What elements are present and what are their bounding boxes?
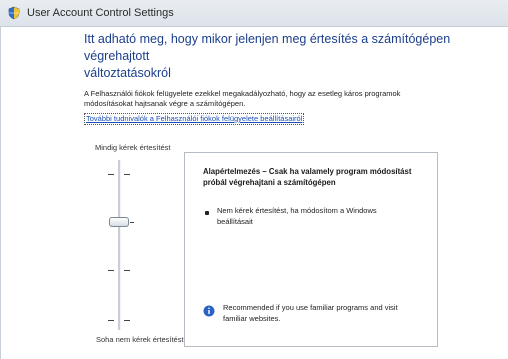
- setting-description-panel: Alapértelmezés – Csak ha valamely progra…: [184, 152, 438, 347]
- recommendation-text: Recommended if you use familiar programs…: [223, 303, 398, 323]
- slider-track[interactable]: [118, 160, 120, 330]
- uac-shield-icon: [8, 6, 20, 20]
- bullet-text: Nem kérek értesítést, ha módosítom a Win…: [217, 206, 377, 226]
- slider-tick: [108, 320, 114, 321]
- slider-tick: [130, 222, 134, 223]
- slider-top-label: Mindig kérek értesítést: [95, 143, 171, 152]
- title-bar: User Account Control Settings: [0, 0, 508, 27]
- page-heading: Itt adható meg, hogy mikor jelenjen meg …: [84, 32, 451, 80]
- more-info-link[interactable]: További tudnivalók a Felhasználói fiókok…: [84, 113, 305, 125]
- notification-level-slider[interactable]: [96, 160, 156, 330]
- slider-bottom-label: Soha nem kérek értesítést: [96, 335, 184, 344]
- slider-tick: [124, 320, 130, 321]
- slider-tick: [124, 270, 130, 271]
- bullet-point: [205, 211, 209, 215]
- window-title: User Account Control Settings: [27, 7, 174, 19]
- slider-tick: [108, 174, 114, 175]
- slider-tick: [124, 174, 130, 175]
- slider-thumb[interactable]: [109, 217, 129, 227]
- description-text: A Felhasználói fiókok felügyelete ezekke…: [84, 89, 401, 108]
- slider-tick: [108, 270, 114, 271]
- panel-title: Alapértelmezés – Csak ha valamely progra…: [203, 167, 412, 187]
- info-icon: [203, 305, 215, 317]
